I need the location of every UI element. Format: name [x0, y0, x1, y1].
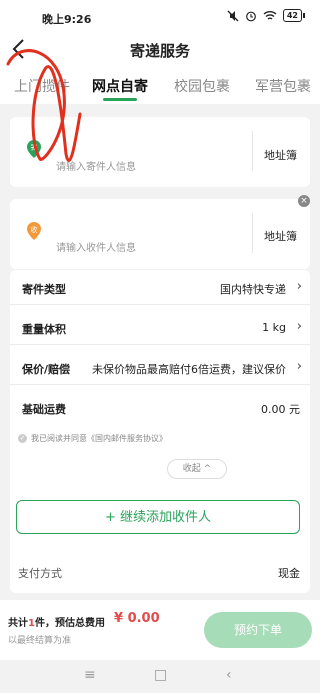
- receiver-address-book-button[interactable]: 地址簿: [264, 228, 297, 244]
- divider: [252, 213, 253, 253]
- agreement-text[interactable]: 我已阅读并同意《国内邮件服务协议》: [31, 433, 167, 444]
- sender-address-book-button[interactable]: 地址簿: [264, 147, 297, 163]
- divider: [252, 131, 253, 171]
- receiver-card[interactable]: 收 请输入收件人信息 地址簿: [10, 199, 310, 269]
- mute-icon: [227, 10, 239, 21]
- settlement-note: 以最终结算为准: [8, 636, 72, 646]
- status-bar: 晚上9:26 42: [0, 0, 320, 34]
- collapse-button[interactable]: 收起 ^: [167, 459, 227, 479]
- battery-icon: 42: [282, 9, 306, 22]
- add-receiver-button[interactable]: + 继续添加收件人: [16, 500, 300, 534]
- row-insurance[interactable]: 保价/赔偿 未保价物品最高赔付6倍运费，建议保价 ›: [10, 350, 310, 385]
- payment-value: 现金: [278, 567, 300, 580]
- receiver-placeholder[interactable]: 请输入收件人信息: [56, 239, 136, 254]
- sender-placeholder[interactable]: 请输入寄件人信息: [56, 158, 136, 173]
- svg-text:收: 收: [31, 225, 38, 234]
- checkbox-icon[interactable]: ✓: [18, 434, 27, 443]
- sender-icon: 寄: [27, 140, 41, 158]
- system-nav-bar: ≡ □ ‹: [0, 660, 320, 693]
- row-base-fee: 基础运费 0.00 元: [22, 403, 300, 416]
- active-tab-indicator: [103, 98, 137, 101]
- tab-campus[interactable]: 校园包裹: [174, 76, 230, 96]
- total-summary: 共计1件，预估总费用: [8, 618, 105, 629]
- tab-self-drop[interactable]: 网点自寄: [92, 76, 148, 96]
- menu-icon[interactable]: ≡: [84, 667, 96, 683]
- row-weight[interactable]: 重量体积 1 kg ›: [10, 310, 310, 345]
- svg-text:寄: 寄: [31, 143, 38, 152]
- sender-card[interactable]: 寄 请输入寄件人信息 地址簿: [10, 117, 310, 187]
- chevron-right-icon: ›: [296, 279, 302, 294]
- bottom-bar: 共计1件，预估总费用 ¥ 0.00 以最终结算为准 预约下单: [0, 600, 320, 660]
- order-form: 寄件类型 国内特快专递 › 重量体积 1 kg › 保价/赔偿 未保价物品最高赔…: [10, 270, 310, 562]
- payment-card[interactable]: 支付方式 现金: [10, 551, 310, 593]
- status-icons: 42: [227, 9, 306, 22]
- payment-label: 支付方式: [18, 567, 62, 580]
- row-mail-type[interactable]: 寄件类型 国内特快专递 ›: [10, 270, 310, 305]
- submit-order-button[interactable]: 预约下单: [204, 612, 312, 648]
- alarm-icon: [245, 11, 256, 21]
- remove-receiver-icon[interactable]: ×: [298, 195, 310, 207]
- tab-military[interactable]: 军营包裹: [255, 76, 311, 96]
- total-price: ¥ 0.00: [114, 611, 160, 626]
- header: 寄递服务: [0, 34, 320, 64]
- chevron-right-icon: ›: [296, 359, 302, 374]
- status-time: 晚上9:26: [42, 13, 92, 26]
- back-nav-icon[interactable]: ‹: [226, 667, 232, 683]
- home-icon[interactable]: □: [154, 667, 167, 683]
- receiver-icon: 收: [27, 222, 41, 240]
- chevron-right-icon: ›: [296, 319, 302, 334]
- tab-bar: 上门揽件 网点自寄 校园包裹 军营包裹: [0, 64, 320, 104]
- tab-pickup[interactable]: 上门揽件: [14, 76, 70, 96]
- page-title: 寄递服务: [129, 42, 190, 60]
- wifi-icon: [263, 10, 277, 20]
- agreement-row[interactable]: ✓ 我已阅读并同意《国内邮件服务协议》: [18, 433, 167, 444]
